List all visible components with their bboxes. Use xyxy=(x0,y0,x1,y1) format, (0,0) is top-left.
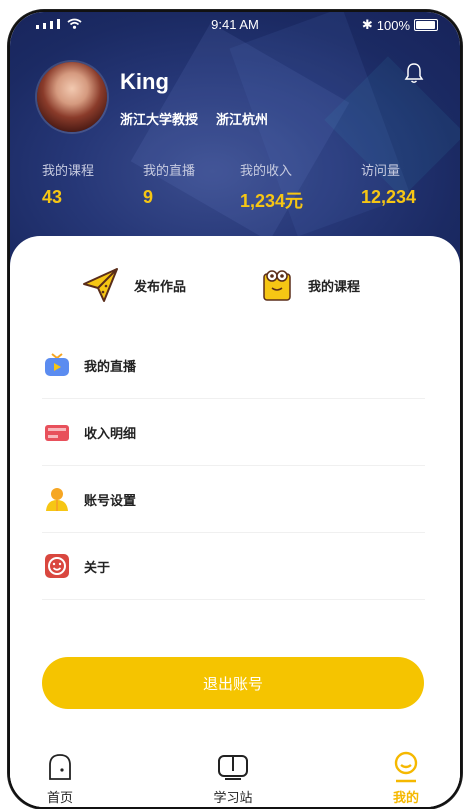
wallet-icon xyxy=(44,419,70,445)
quick-courses[interactable]: 我的课程 xyxy=(260,266,360,304)
stat-visits[interactable]: 访问量 12,234 xyxy=(361,160,416,208)
logout-button[interactable]: 退出账号 xyxy=(42,657,424,709)
battery-percent: 100% xyxy=(376,17,410,33)
quick-courses-label: 我的课程 xyxy=(308,279,361,295)
paper-plane-icon xyxy=(83,268,118,302)
quick-publish-label: 发布作品 xyxy=(134,279,187,295)
menu-item-label: 关于 xyxy=(84,560,111,576)
profile-name: King xyxy=(120,69,169,94)
stat-courses[interactable]: 我的课程 43 xyxy=(42,160,94,208)
tab-home-label: 首页 xyxy=(46,791,73,806)
bell-icon[interactable] xyxy=(404,62,424,84)
menu-item-about[interactable]: 关于 xyxy=(42,533,425,600)
tab-mine-label: 我的 xyxy=(392,791,419,806)
stat-label: 我的课程 xyxy=(42,164,95,179)
user-settings-icon xyxy=(44,486,70,512)
book-icon xyxy=(193,751,273,783)
avatar[interactable] xyxy=(37,62,107,132)
home-icon xyxy=(20,751,100,783)
tv-icon xyxy=(44,352,70,378)
menu-item-live[interactable]: 我的直播 xyxy=(42,332,425,399)
status-right: ✱ 100% xyxy=(362,17,438,33)
stat-value: 9 xyxy=(143,187,154,207)
menu-item-account[interactable]: 账号设置 xyxy=(42,466,425,533)
tab-home[interactable]: 首页 xyxy=(20,751,100,806)
menu-item-label: 我的直播 xyxy=(84,359,137,375)
phone-frame: 9:41 AM ✱ 100% King 浙江大学教授 浙江杭州 我的课程 43 … xyxy=(8,10,462,809)
menu-item-label: 账号设置 xyxy=(84,493,137,509)
user-icon xyxy=(366,751,446,783)
menu-list: 我的直播 收入明细 账号设置 关于 xyxy=(42,332,425,600)
battery-icon xyxy=(414,19,438,31)
stat-value: 43 xyxy=(42,187,63,207)
tab-study-label: 学习站 xyxy=(213,791,253,806)
stat-label: 我的直播 xyxy=(143,164,196,179)
tab-bar: 首页 学习站 我的 xyxy=(10,745,460,807)
profile-title: 浙江大学教授 xyxy=(120,113,199,128)
status-bar: 9:41 AM ✱ 100% xyxy=(10,12,460,38)
stat-value: 12,234 xyxy=(361,187,417,207)
quick-publish[interactable]: 发布作品 xyxy=(82,266,186,304)
content-card: 发布作品 我的课程 我的直播 收入明细 账号设置 关于 退出账号 首页 学习站 … xyxy=(10,236,460,807)
profile-location: 浙江杭州 xyxy=(216,113,269,128)
book-mascot-icon xyxy=(263,270,291,301)
menu-item-label: 收入明细 xyxy=(84,426,137,442)
profile-meta: 浙江大学教授 浙江杭州 xyxy=(120,109,268,128)
stat-label: 访问量 xyxy=(361,164,401,179)
stat-value: 1,234元 xyxy=(240,191,304,211)
bluetooth-icon: ✱ xyxy=(361,17,373,32)
tab-study[interactable]: 学习站 xyxy=(193,751,273,806)
stat-live[interactable]: 我的直播 9 xyxy=(143,160,195,208)
stat-income[interactable]: 我的收入 1,234元 xyxy=(240,160,303,213)
stat-label: 我的收入 xyxy=(240,164,293,179)
menu-item-income[interactable]: 收入明细 xyxy=(42,399,425,466)
tab-mine[interactable]: 我的 xyxy=(366,751,446,806)
smile-icon xyxy=(44,553,70,579)
